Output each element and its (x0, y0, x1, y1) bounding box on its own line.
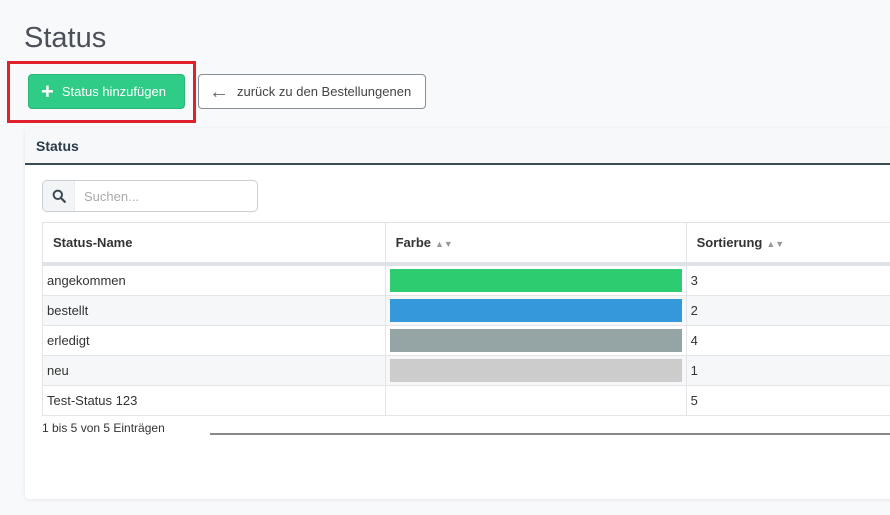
sort-cell: 2 (685, 294, 890, 326)
page-title: Status (24, 22, 107, 54)
sort-cell: 3 (685, 263, 890, 296)
color-cell (384, 324, 687, 356)
table-row[interactable]: neu 1 (42, 354, 890, 386)
plus-icon: + (41, 78, 54, 104)
column-header-status-name[interactable]: Status-Name (42, 222, 386, 266)
table-row[interactable]: Test-Status 123 5 (42, 384, 890, 416)
color-swatch (389, 298, 682, 322)
table-row[interactable]: angekommen 3 (42, 263, 890, 296)
card-title: Status (25, 128, 890, 165)
scrollbar[interactable] (210, 433, 890, 435)
table-header-row: Status-Name Farbe ▲▼ Sortierung ▲▼ (42, 222, 890, 266)
add-status-label: Status hinzufügen (61, 84, 166, 99)
status-name-cell: neu (42, 354, 386, 386)
color-cell (384, 384, 687, 416)
sort-cell: 4 (685, 324, 890, 356)
color-swatch (389, 358, 682, 382)
color-swatch (389, 328, 682, 352)
sort-cell: 1 (685, 354, 890, 386)
sort-icon: ▲▼ (766, 238, 785, 249)
color-swatch (389, 268, 682, 292)
status-name-cell: Test-Status 123 (42, 384, 386, 416)
status-table: Status-Name Farbe ▲▼ Sortierung ▲▼ angekom… (42, 222, 890, 416)
arrow-left-icon: ← (209, 80, 229, 103)
search-input[interactable] (75, 188, 245, 204)
back-label: zurück zu den Bestellungenen (237, 84, 412, 99)
add-status-button[interactable]: + Status hinzufügen (28, 74, 185, 109)
status-name-cell: angekommen (42, 263, 386, 296)
table-row[interactable]: bestellt 2 (42, 294, 890, 326)
color-cell (384, 263, 687, 296)
color-cell (384, 294, 687, 326)
table-info: 1 bis 5 von 5 Einträgen (42, 421, 165, 435)
sort-icon: ▲▼ (435, 238, 453, 249)
color-cell (384, 354, 687, 386)
search-icon (43, 181, 75, 211)
status-card: Status Status-Name Farbe▲▼ Sortierung▲▼ … (25, 128, 890, 499)
search-box (42, 180, 258, 212)
column-header-color[interactable]: Farbe ▲▼ (384, 222, 687, 266)
status-name-cell: bestellt (42, 294, 386, 326)
table-row[interactable]: erledigt 4 (42, 324, 890, 356)
sort-cell: 5 (685, 384, 890, 416)
back-to-orders-button[interactable]: ← zurück zu den Bestellungenen (198, 74, 426, 109)
column-header-sort[interactable]: Sortierung ▲▼ (685, 222, 890, 266)
status-name-cell: erledigt (42, 324, 386, 356)
